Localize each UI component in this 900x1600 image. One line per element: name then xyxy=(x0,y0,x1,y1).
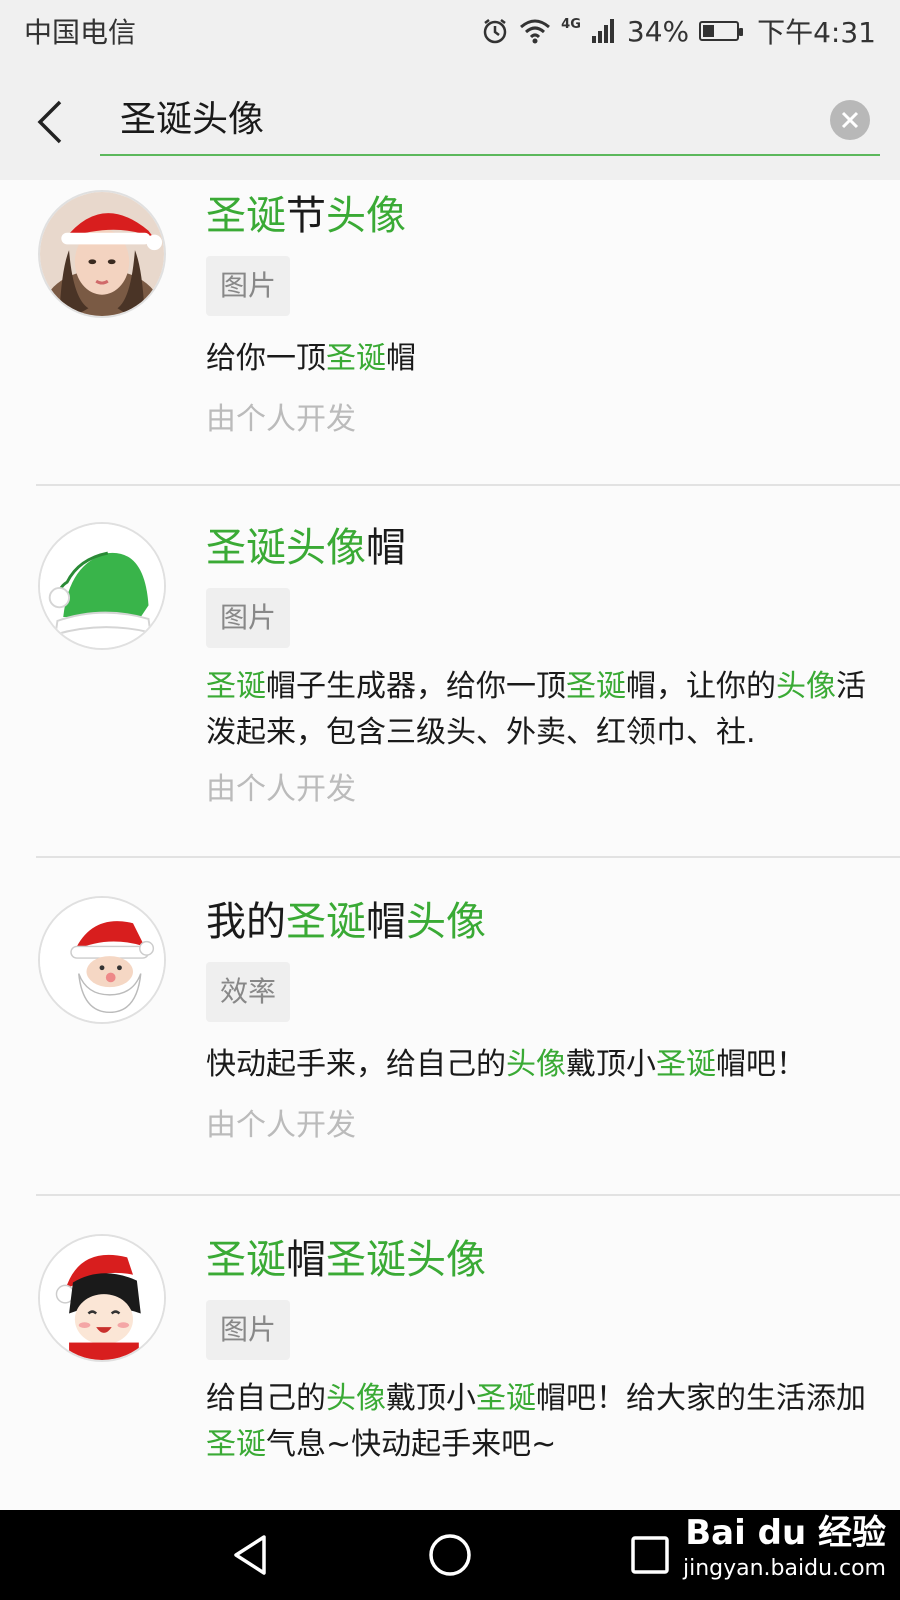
highlighted-keyword: 头像 xyxy=(776,669,836,704)
navigation-bar: Bai du 经验 jingyan.baidu.com xyxy=(0,1510,900,1600)
alarm-icon xyxy=(483,19,507,44)
back-button[interactable] xyxy=(28,92,72,152)
highlighted-keyword: 圣诞头像 xyxy=(326,1237,486,1283)
santa-claus-icon xyxy=(38,896,166,1024)
text-segment: 戴顶小 xyxy=(566,1047,656,1082)
highlighted-keyword: 圣诞 xyxy=(476,1381,536,1416)
highlighted-keyword: 圣诞 xyxy=(206,1237,286,1283)
highlighted-keyword: 圣诞 xyxy=(326,341,386,376)
text-segment: 我的 xyxy=(206,899,286,945)
category-tag: 图片 xyxy=(206,588,290,648)
result-description: 给自己的头像戴顶小圣诞帽吧！给大家的生活添加圣诞气息~快动起手来吧~ xyxy=(206,1376,866,1468)
highlighted-keyword: 圣诞 xyxy=(206,193,286,239)
result-description: 圣诞帽子生成器，给你一顶圣诞帽，让你的头像活泼起来，包含三级头、外卖、红领巾、社… xyxy=(206,664,866,756)
result-description: 给你一顶圣诞帽 xyxy=(206,336,866,382)
highlighted-keyword: 圣诞 xyxy=(566,669,626,704)
result-description: 快动起手来，给自己的头像戴顶小圣诞帽吧！ xyxy=(206,1042,866,1088)
text-segment: 帽 xyxy=(366,899,406,945)
square-recents-icon xyxy=(631,1536,669,1574)
developer-label: 由个人开发 xyxy=(206,772,356,807)
signal-icon xyxy=(591,19,614,43)
close-icon xyxy=(841,111,859,129)
network-type-label: 4G xyxy=(561,17,581,32)
text-segment: 快动起手来，给自己的 xyxy=(206,1047,506,1082)
category-tag: 图片 xyxy=(206,256,290,316)
highlighted-keyword: 圣诞 xyxy=(286,899,366,945)
text-segment: 气息~快动起手来吧~ xyxy=(266,1427,557,1462)
highlighted-keyword: 头像 xyxy=(326,193,406,239)
result-item[interactable]: 圣诞帽圣诞头像 图片 给自己的头像戴顶小圣诞帽吧！给大家的生活添加圣诞气息~快动… xyxy=(0,1196,900,1510)
battery-percent: 34% xyxy=(626,14,690,48)
battery-level xyxy=(703,25,715,37)
girl-santa-hat-avatar xyxy=(38,190,166,318)
nav-recents-button[interactable] xyxy=(620,1525,680,1585)
highlighted-keyword: 圣诞 xyxy=(206,1427,266,1462)
highlighted-keyword: 圣诞头像 xyxy=(206,525,366,571)
battery-icon xyxy=(699,21,744,41)
result-title[interactable]: 圣诞帽圣诞头像 xyxy=(206,1234,486,1286)
result-item[interactable]: 圣诞节头像 图片 给你一顶圣诞帽 由个人开发 xyxy=(0,180,900,486)
search-input[interactable] xyxy=(120,92,800,148)
clock: 下午4:31 xyxy=(757,16,876,49)
developer-label: 由个人开发 xyxy=(206,1108,356,1143)
wifi-icon xyxy=(520,19,551,44)
result-title[interactable]: 圣诞头像帽 xyxy=(206,522,406,574)
text-segment: 戴顶小 xyxy=(386,1381,476,1416)
text-segment: 帽 xyxy=(286,1237,326,1283)
result-title[interactable]: 我的圣诞帽头像 xyxy=(206,896,486,948)
category-tag: 图片 xyxy=(206,1300,290,1360)
status-icons: 4G 34% 下午4:31 xyxy=(481,11,876,51)
category-tag: 效率 xyxy=(206,962,290,1022)
result-item[interactable]: 圣诞头像帽 图片 圣诞帽子生成器，给你一顶圣诞帽，让你的头像活泼起来，包含三级头… xyxy=(0,486,900,858)
result-item[interactable]: 我的圣诞帽头像 效率 快动起手来，给自己的头像戴顶小圣诞帽吧！ 由个人开发 xyxy=(0,858,900,1196)
green-santa-hat-icon xyxy=(38,522,166,650)
nav-home-button[interactable] xyxy=(420,1525,480,1585)
baidu-jingyan-watermark: Bai du 经验 jingyan.baidu.com xyxy=(683,1510,886,1582)
clear-search-button[interactable] xyxy=(830,100,870,140)
highlighted-keyword: 圣诞 xyxy=(656,1047,716,1082)
text-segment: 帽，让你的 xyxy=(626,669,776,704)
watermark-brand: Bai du 经验 xyxy=(685,1513,886,1553)
search-results: 圣诞节头像 图片 给你一顶圣诞帽 由个人开发 圣诞头像帽 图片 圣诞帽子生成器，… xyxy=(0,180,900,1510)
result-title[interactable]: 圣诞节头像 xyxy=(206,190,406,242)
developer-label: 由个人开发 xyxy=(206,402,356,437)
text-segment: 给你一顶 xyxy=(206,341,326,376)
highlighted-keyword: 圣诞 xyxy=(206,669,266,704)
text-segment: 帽 xyxy=(386,341,416,376)
text-segment: 帽 xyxy=(366,525,406,571)
watermark-site: jingyan.baidu.com xyxy=(682,1556,886,1581)
text-segment: 帽子生成器，给你一顶 xyxy=(266,669,566,704)
search-header xyxy=(0,62,900,180)
triangle-back-icon xyxy=(234,1535,266,1575)
carrier-label: 中国电信 xyxy=(24,16,137,49)
highlighted-keyword: 头像 xyxy=(326,1381,386,1416)
status-bar: 中国电信 4G 34% 下午4:31 xyxy=(0,0,900,62)
circle-home-icon xyxy=(429,1534,471,1576)
text-segment: 给自己的 xyxy=(206,1381,326,1416)
cartoon-girl-santa-hat-icon xyxy=(38,1234,166,1362)
nav-back-button[interactable] xyxy=(220,1525,280,1585)
chevron-left-icon xyxy=(37,100,62,144)
text-segment: 帽吧！给大家的生活添加 xyxy=(536,1381,866,1416)
highlighted-keyword: 头像 xyxy=(406,899,486,945)
highlighted-keyword: 头像 xyxy=(506,1047,566,1082)
text-segment: 节 xyxy=(286,193,326,239)
text-segment: 帽吧！ xyxy=(716,1047,806,1082)
search-field xyxy=(100,84,880,156)
